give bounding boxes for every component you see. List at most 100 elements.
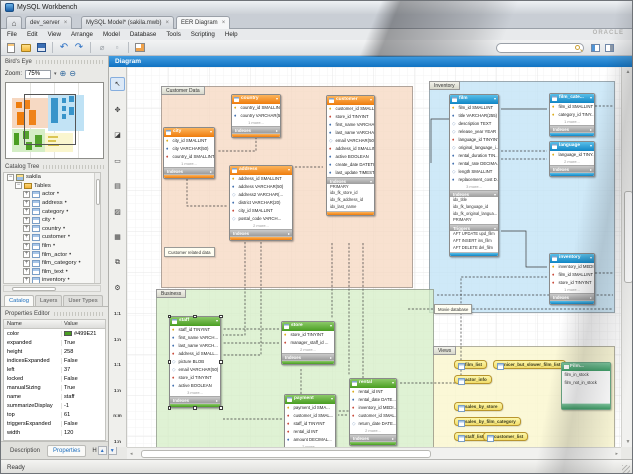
section-indexes[interactable]: Indexes▸ <box>170 396 220 403</box>
column-film_id[interactable]: ♦film_id SMALLINT <box>450 104 498 112</box>
column-rental_id[interactable]: ♦rental_id INT <box>285 428 335 436</box>
table-header[interactable]: language▾ <box>550 142 594 151</box>
property-row-triggersExpanded[interactable]: triggersExpandedFalse <box>4 419 105 428</box>
scroll-up-icon[interactable]: ▲ <box>626 69 631 75</box>
column-last_name[interactable]: ♦last_name VARCHA... <box>327 129 374 137</box>
collapse-arrow-icon[interactable]: ▾ <box>210 128 212 137</box>
column-language_id[interactable]: ♦language_id TINY... <box>550 151 594 159</box>
tree-expander-icon[interactable]: + <box>23 191 30 198</box>
column-address2[interactable]: ◇address2 VARCHAR(... <box>230 191 292 199</box>
property-row-top[interactable]: top61 <box>4 410 105 419</box>
column-original_language_i...[interactable]: ◇original_language_i... <box>450 144 498 152</box>
column-manager_staff_id[interactable]: ♦manager_staff_id ... <box>282 339 334 347</box>
birds-eye-minimap[interactable] <box>5 82 104 159</box>
menu-model[interactable]: Model <box>103 31 120 38</box>
table-header[interactable]: address▾ <box>230 166 292 175</box>
tree-item-table-film_actor[interactable]: +film_actor• <box>4 250 100 259</box>
table-header[interactable]: customer▾ <box>327 96 374 105</box>
section-arrow-icon[interactable]: ▾ <box>494 225 496 232</box>
collapse-arrow-icon[interactable]: ▾ <box>590 94 592 103</box>
rel-n-m-tool[interactable]: n:m <box>110 409 125 423</box>
table-city[interactable]: city▾♦city_id SMALLINT♦city VARCHAR(50)♦… <box>163 127 215 179</box>
column-store_id[interactable]: ♦store_id TINYINT <box>282 331 334 339</box>
view-nicer_but_slower_film_list[interactable]: nicer_but_slower_film_list <box>493 360 566 369</box>
menu-help[interactable]: Help <box>225 31 238 38</box>
menu-arrange[interactable]: Arrange <box>71 31 93 38</box>
section-item[interactable]: idx_fk_address_id <box>327 197 374 204</box>
tree-item-table-actor[interactable]: +actor• <box>4 190 100 199</box>
menu-scripting[interactable]: Scripting <box>191 31 215 38</box>
section-indexes[interactable]: Indexes▾ <box>450 190 498 197</box>
routine-film_not_in_stock[interactable]: film_not_in_stock <box>562 379 610 387</box>
column-create_date[interactable]: ♦create_date DATETI... <box>327 161 374 169</box>
tree-horizontal-scrollbar[interactable] <box>3 285 101 292</box>
history-down-button[interactable]: ▼ <box>108 446 117 455</box>
tree-item-table-film[interactable]: +film• <box>4 242 100 251</box>
tree-expander-icon[interactable]: − <box>15 182 22 189</box>
section-item[interactable]: AFT UPDATE upd_film <box>450 231 498 238</box>
scroll-right-icon[interactable]: ▸ <box>615 451 618 457</box>
collapse-arrow-icon[interactable]: ▾ <box>216 317 218 326</box>
tree-item-schema-sakila[interactable]: −sakila <box>4 173 100 182</box>
view-customer_list[interactable]: customer_list <box>483 432 528 441</box>
section-indexes[interactable]: Indexes▸ <box>550 293 594 300</box>
minimap-viewport[interactable] <box>24 94 76 145</box>
section-indexes[interactable]: Indexes▸ <box>350 434 396 441</box>
tree-scrollbar-thumb[interactable] <box>12 287 56 292</box>
tree-expander-icon[interactable]: + <box>23 251 30 258</box>
tree-item-table-city[interactable]: +city• <box>4 216 100 225</box>
tree-item-table-film_text[interactable]: +film_text• <box>4 268 100 277</box>
tree-expander-icon[interactable]: + <box>23 260 30 267</box>
diagram-scrollbar-thumb[interactable] <box>624 191 633 283</box>
routine-group-tool[interactable]: ⚙ <box>110 281 125 295</box>
selection-handle[interactable] <box>193 406 196 409</box>
new-diagram-button[interactable] <box>134 42 146 54</box>
column-store_id[interactable]: ♦store_id TINYINT <box>170 374 220 382</box>
section-arrow-icon[interactable]: ▸ <box>288 230 290 237</box>
collapse-arrow-icon[interactable]: ▾ <box>276 95 278 104</box>
eraser-tool[interactable]: ◪ <box>110 128 125 142</box>
tree-item-table-address[interactable]: +address• <box>4 199 100 208</box>
column-customer_id[interactable]: ♦customer_id SMAL... <box>350 412 396 420</box>
tree-expander-icon[interactable]: + <box>23 200 30 207</box>
column-district[interactable]: ♦district VARCHAR(20) <box>230 199 292 207</box>
collapse-arrow-icon[interactable]: ▾ <box>330 322 332 331</box>
save-model-button[interactable] <box>35 42 47 54</box>
tree-vertical-scrollbar[interactable] <box>94 173 100 283</box>
column-active[interactable]: ♦active BOOLEAN <box>170 382 220 390</box>
column-email[interactable]: ◇email VARCHAR(50) <box>327 137 374 145</box>
rel-1-1-non-identifying-tool[interactable]: 1:1 <box>110 307 125 321</box>
selection-handle[interactable] <box>219 406 222 409</box>
image-tool[interactable]: ▨ <box>110 205 125 219</box>
column-release_year[interactable]: ◇release_year YEAR <box>450 128 498 136</box>
column-city[interactable]: ♦city VARCHAR(50) <box>164 145 214 153</box>
table-staff[interactable]: staff▾♦staff_id TINYINT♦first_name VARCH… <box>169 316 221 408</box>
property-row-summarizeDisplay[interactable]: summarizeDisplay-1 <box>4 401 105 410</box>
section-item[interactable]: PRIMARY <box>327 184 374 191</box>
panel-tab-user-types[interactable]: User Types <box>63 295 102 306</box>
toggle-right-panel-icon[interactable] <box>605 44 614 52</box>
column-address_id[interactable]: ♦address_id SMALLINT <box>230 175 292 183</box>
section-arrow-icon[interactable]: ▸ <box>210 168 212 175</box>
column-last_name[interactable]: ♦last_name VARCH... <box>170 342 220 350</box>
property-row-indicesExpanded[interactable]: indicesExpandedFalse <box>4 356 105 365</box>
column-film_id[interactable]: ♦film_id SMALLINT <box>550 271 594 279</box>
diagram-scrollbar-thumb[interactable] <box>141 450 431 458</box>
selection-handle[interactable] <box>168 315 171 318</box>
section-item[interactable]: AFT DELETE del_film <box>450 245 498 252</box>
note-movie-database[interactable]: Movie database <box>434 304 472 314</box>
section-item[interactable]: idx_fk_language_id <box>450 204 498 211</box>
column-language_id[interactable]: ♦language_id TINYINT <box>450 136 498 144</box>
rel-1-n-identifying-tool[interactable]: 1:n <box>110 383 125 397</box>
column-active[interactable]: ♦active BOOLEAN <box>327 153 374 161</box>
tree-expander-icon[interactable]: − <box>7 174 14 181</box>
panel-tab-catalog[interactable]: Catalog <box>4 295 34 306</box>
section-triggers[interactable]: Triggers▾ <box>450 224 498 231</box>
bottom-tab-properties[interactable]: Properties <box>47 445 86 457</box>
menu-view[interactable]: View <box>48 31 61 38</box>
section-item[interactable]: idx_fk_original_langua... <box>450 211 498 218</box>
column-payment_id[interactable]: ♦payment_id SMA... <box>285 404 335 412</box>
column-rental_rate[interactable]: ♦rental_rate DECIMA... <box>450 160 498 168</box>
diagram-horizontal-scrollbar[interactable]: ◂ ▸ <box>127 447 621 459</box>
column-description[interactable]: ◇description TEXT <box>450 120 498 128</box>
